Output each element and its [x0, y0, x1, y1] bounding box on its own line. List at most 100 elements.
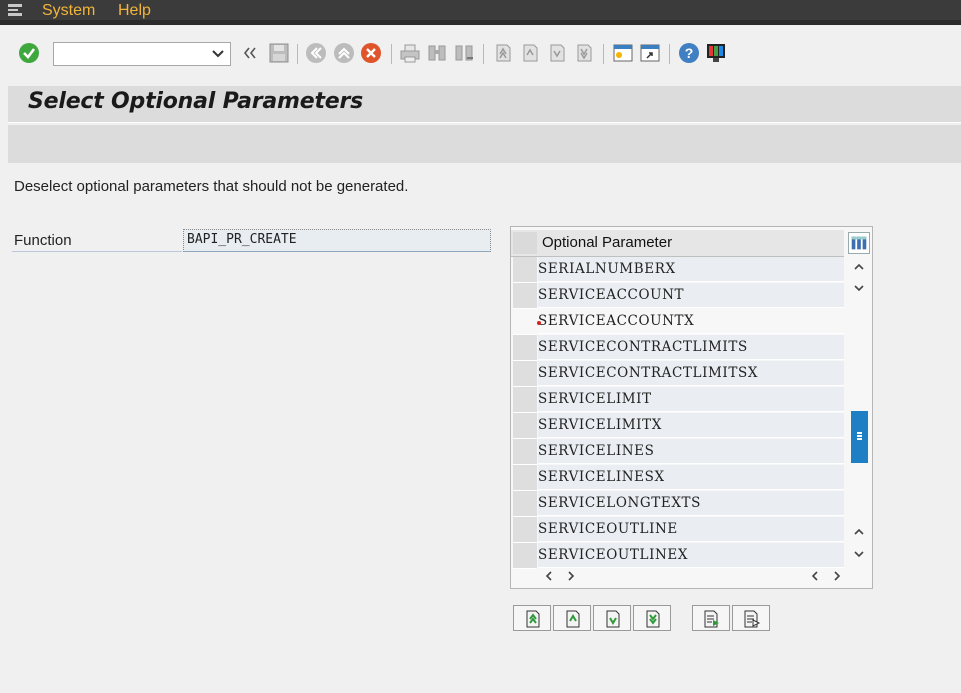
menu-system[interactable]: System [42, 2, 95, 20]
previous-page-button[interactable] [553, 605, 591, 631]
menu-strip [0, 20, 961, 24]
table-row[interactable]: SERVICEACCOUNT [511, 283, 844, 309]
select-all-button[interactable] [692, 605, 730, 631]
next-page-icon [606, 610, 620, 628]
parameter-cell[interactable]: SERVICECONTRACTLIMITSX [538, 361, 844, 386]
row-selector[interactable] [513, 309, 537, 335]
horizontal-scrollbar[interactable] [511, 564, 872, 588]
table-row[interactable]: SERVICECONTRACTLIMITSX [511, 361, 844, 387]
parameter-cell[interactable]: SERVICELINESX [538, 465, 844, 490]
deselect-all-button[interactable] [732, 605, 770, 631]
parameter-cell[interactable]: SERIALNUMBERX [538, 257, 844, 282]
separator [483, 44, 484, 64]
table-row[interactable]: SERVICECONTRACTLIMITS [511, 335, 844, 361]
back-arrows-icon[interactable] [243, 45, 257, 61]
save-icon[interactable] [268, 42, 290, 64]
title-bar: Select Optional Parameters [8, 86, 961, 123]
row-selector[interactable] [513, 387, 537, 413]
scroll-right-icon[interactable] [565, 570, 577, 582]
page-title: Select Optional Parameters [28, 89, 364, 114]
table-row[interactable]: SERVICELONGTEXTS [511, 491, 844, 517]
menu-icon[interactable] [7, 3, 25, 17]
shortcut-icon[interactable] [639, 42, 661, 64]
first-page-icon[interactable] [492, 42, 514, 64]
parameter-cell[interactable]: SERVICELIMITX [538, 413, 844, 438]
scroll-left-icon[interactable] [809, 570, 821, 582]
scroll-down-icon[interactable] [852, 281, 866, 295]
exit-icon[interactable] [333, 42, 355, 64]
row-selector[interactable] [513, 283, 537, 309]
last-page-icon[interactable] [573, 42, 595, 64]
scroll-down-icon[interactable] [852, 547, 866, 561]
svg-text:?: ? [685, 45, 694, 61]
scroll-right-icon[interactable] [831, 570, 843, 582]
next-page-button[interactable] [593, 605, 631, 631]
table-row[interactable]: SERIALNUMBERX [511, 257, 844, 283]
menu-help[interactable]: Help [118, 2, 151, 20]
row-selector[interactable] [513, 335, 537, 361]
row-selector[interactable] [513, 257, 537, 283]
parameter-cell[interactable]: SERVICEOUTLINE [538, 517, 844, 542]
standard-toolbar: ? [0, 30, 961, 80]
back-icon[interactable] [305, 42, 327, 64]
scroll-up-icon[interactable] [852, 260, 866, 274]
row-selector[interactable] [513, 465, 537, 491]
function-field[interactable]: BAPI_PR_CREATE [183, 229, 491, 252]
vertical-scrollbar[interactable] [845, 257, 873, 567]
separator [603, 44, 604, 64]
first-page-icon [526, 610, 540, 628]
table-rows: SERIALNUMBERX SERVICEACCOUNT SERVICEACCO… [511, 257, 844, 569]
print-icon[interactable] [399, 42, 421, 64]
previous-page-icon[interactable] [519, 42, 541, 64]
deselect-all-icon [744, 610, 761, 628]
function-label: Function [12, 229, 182, 252]
table-row[interactable]: SERVICELIMITX [511, 413, 844, 439]
table-row[interactable]: SERVICELINES [511, 439, 844, 465]
scroll-thumb[interactable] [851, 411, 868, 463]
customize-layout-icon[interactable] [705, 42, 727, 64]
table-row[interactable]: SERVICELINESX [511, 465, 844, 491]
parameter-cell[interactable]: SERVICELONGTEXTS [538, 491, 844, 516]
menu-bar: System Help [0, 0, 961, 25]
row-selector[interactable] [513, 439, 537, 465]
separator [669, 44, 670, 64]
command-field[interactable] [53, 42, 231, 66]
table-row[interactable]: SERVICEOUTLINE [511, 517, 844, 543]
row-selector[interactable] [513, 517, 537, 543]
parameter-cell[interactable]: SERVICEACCOUNT [538, 283, 844, 308]
previous-page-icon [566, 610, 580, 628]
application-toolbar [8, 125, 961, 163]
parameter-cell[interactable]: SERVICEACCOUNTX [538, 309, 844, 334]
parameter-cell[interactable]: SERVICECONTRACTLIMITS [538, 335, 844, 360]
help-icon[interactable]: ? [678, 42, 700, 64]
enter-icon[interactable] [18, 42, 40, 64]
instruction-text: Deselect optional parameters that should… [14, 178, 409, 195]
find-next-icon[interactable] [453, 42, 475, 64]
optional-parameter-table: Optional Parameter SERIALNUMBERX SERVICE… [510, 226, 873, 589]
column-header-optional-parameter[interactable]: Optional Parameter [542, 234, 672, 251]
scroll-left-icon[interactable] [543, 570, 555, 582]
row-selector[interactable] [513, 361, 537, 387]
parameter-cell[interactable]: SERVICELIMIT [538, 387, 844, 412]
table-row[interactable]: SERVICELIMIT [511, 387, 844, 413]
command-input[interactable] [58, 44, 212, 66]
cursor-marker [537, 321, 541, 325]
cancel-icon[interactable] [360, 42, 382, 64]
chevron-down-icon[interactable] [212, 50, 224, 58]
last-page-icon [646, 610, 660, 628]
last-page-button[interactable] [633, 605, 671, 631]
create-session-icon[interactable] [612, 42, 634, 64]
next-page-icon[interactable] [546, 42, 568, 64]
row-selector[interactable] [513, 413, 537, 439]
table-settings-icon[interactable] [848, 232, 870, 254]
parameter-cell[interactable]: SERVICELINES [538, 439, 844, 464]
scroll-up-icon[interactable] [852, 525, 866, 539]
separator [391, 44, 392, 64]
first-page-button[interactable] [513, 605, 551, 631]
table-row[interactable]: SERVICEACCOUNTX [511, 309, 844, 335]
find-icon[interactable] [426, 42, 448, 64]
select-all-icon [704, 610, 719, 628]
row-selector[interactable] [513, 491, 537, 517]
select-all-corner[interactable] [513, 232, 537, 254]
table-header: Optional Parameter [511, 230, 844, 257]
